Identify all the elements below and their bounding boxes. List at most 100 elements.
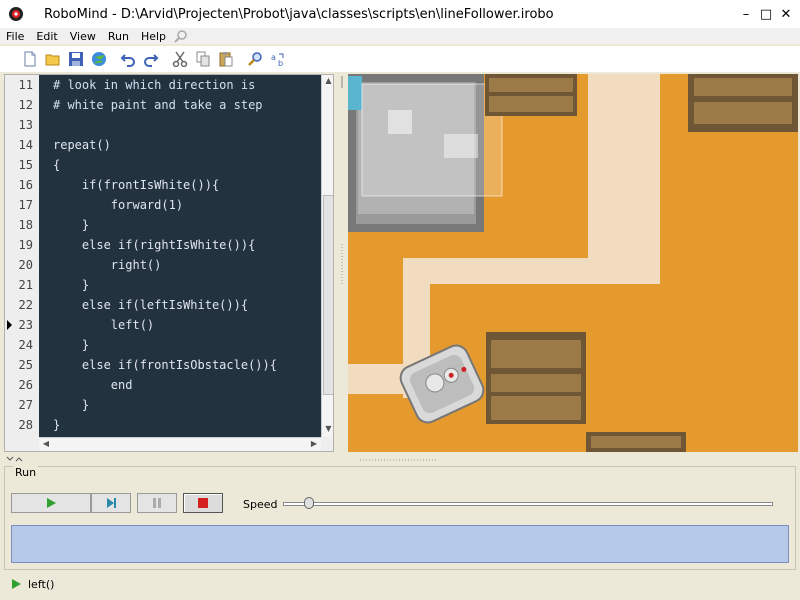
step-button[interactable] [91,493,131,513]
toolbar: ab [0,46,800,72]
scroll-up-icon[interactable]: ▲ [323,76,333,88]
cut-icon[interactable] [170,49,190,69]
stop-icon [198,498,208,508]
crate [486,332,586,424]
undo-icon[interactable] [118,49,138,69]
speed-label: Speed [243,498,278,511]
crate [586,432,686,452]
scroll-right-icon[interactable]: ▶ [308,439,320,448]
svg-text:a: a [271,53,276,62]
save-icon[interactable] [66,49,86,69]
status-bar: left() [0,574,800,594]
line-number-gutter: 11 12 13 14 15 16 17 18 19 20 21 22 23 24 25 26 27 28 [5,75,39,437]
horizontal-scrollbar[interactable]: ◀ ▶ [39,437,321,451]
run-panel-title: Run [13,466,39,479]
code-line[interactable]: # white paint and take a step [39,95,321,115]
scroll-thumb[interactable] [323,195,333,395]
line-number: 25 [18,358,33,372]
close-icon[interactable]: ✕ [778,6,794,22]
code-line[interactable]: right() [39,255,321,275]
line-number: 28 [18,418,33,432]
code-line[interactable]: } [39,395,321,415]
speed-slider-track[interactable] [283,502,773,506]
title-bar: RoboMind - D:\Arvid\Projecten\Probot\jav… [0,0,800,28]
line-number: 11 [18,78,33,92]
menu-bar: File Edit View Run Help [0,28,800,44]
copy-icon[interactable] [193,49,213,69]
window-title: RoboMind - D:\Arvid\Projecten\Probot\jav… [44,6,554,22]
new-file-icon[interactable] [20,49,40,69]
scroll-down-icon[interactable]: ▼ [323,424,333,436]
code-line[interactable]: else if(leftIsWhite()){ [39,295,321,315]
speed-slider-thumb[interactable] [303,497,314,509]
robomind-icon [9,7,23,21]
code-line[interactable]: } [39,335,321,355]
step-icon [107,498,116,508]
line-number: 18 [18,218,33,232]
run-panel: Run Speed [4,466,796,570]
minimize-icon[interactable]: – [738,6,754,22]
code-line[interactable]: # look in which direction is [39,75,321,95]
paste-icon[interactable] [216,49,236,69]
play-icon [47,498,56,508]
svg-text:b: b [278,59,283,67]
line-number: 13 [18,118,33,132]
code-line[interactable]: else if(rightIsWhite()){ [39,235,321,255]
code-line[interactable]: } [39,415,321,435]
code-line[interactable]: } [39,215,321,235]
open-map-icon[interactable] [89,49,109,69]
code-line[interactable]: forward(1) [39,195,321,215]
stop-button[interactable] [183,493,223,513]
crate [485,74,577,116]
line-number: 17 [18,198,33,212]
code-line[interactable]: { [39,155,321,175]
line-number: 15 [18,158,33,172]
pause-button[interactable] [137,493,177,513]
output-area[interactable] [11,525,789,563]
line-number: 16 [18,178,33,192]
robot-world-map[interactable] [348,74,798,452]
line-number: 22 [18,298,33,312]
code-line[interactable]: else if(frontIsObstacle()){ [39,355,321,375]
replace-icon[interactable]: ab [268,49,288,69]
current-line-arrow-icon [7,320,12,330]
line-number: 26 [18,378,33,392]
status-text: left() [28,577,55,591]
play-button[interactable] [11,493,91,513]
line-number: 20 [18,258,33,272]
code-line[interactable]: } [39,275,321,295]
world-map-canvas [348,74,798,452]
pause-icon [153,498,161,508]
search-icon[interactable] [174,29,188,43]
horizontal-splitter[interactable] [4,454,796,464]
redo-icon[interactable] [141,49,161,69]
menu-file[interactable]: File [0,30,30,43]
vertical-scrollbar[interactable]: ▲ ▼ [321,75,333,437]
menu-help[interactable]: Help [135,30,172,43]
code-line[interactable]: end [39,375,321,395]
line-number-text: 23 [18,318,33,332]
vertical-splitter[interactable] [338,74,346,454]
find-icon[interactable] [245,49,265,69]
code-area[interactable]: # look in which direction is # white pain… [39,75,321,437]
line-number: 21 [18,278,33,292]
crate [688,74,798,132]
code-line[interactable] [39,115,321,135]
maximize-icon[interactable]: □ [758,6,774,22]
menu-edit[interactable]: Edit [30,30,63,43]
line-number: 24 [18,338,33,352]
line-number: 14 [18,138,33,152]
code-line[interactable]: left() [39,315,321,335]
code-line[interactable]: if(frontIsWhite()){ [39,175,321,195]
open-folder-icon[interactable] [43,49,63,69]
line-number: 23 [5,315,39,335]
play-icon [12,579,21,589]
line-number: 12 [18,98,33,112]
line-number: 27 [18,398,33,412]
code-editor[interactable]: 11 12 13 14 15 16 17 18 19 20 21 22 23 24 25 26 27 28 # l… [4,74,334,452]
menu-run[interactable]: Run [102,30,135,43]
menu-view[interactable]: View [64,30,102,43]
line-number: 19 [18,238,33,252]
scroll-left-icon[interactable]: ◀ [40,439,52,448]
code-line[interactable]: repeat() [39,135,321,155]
